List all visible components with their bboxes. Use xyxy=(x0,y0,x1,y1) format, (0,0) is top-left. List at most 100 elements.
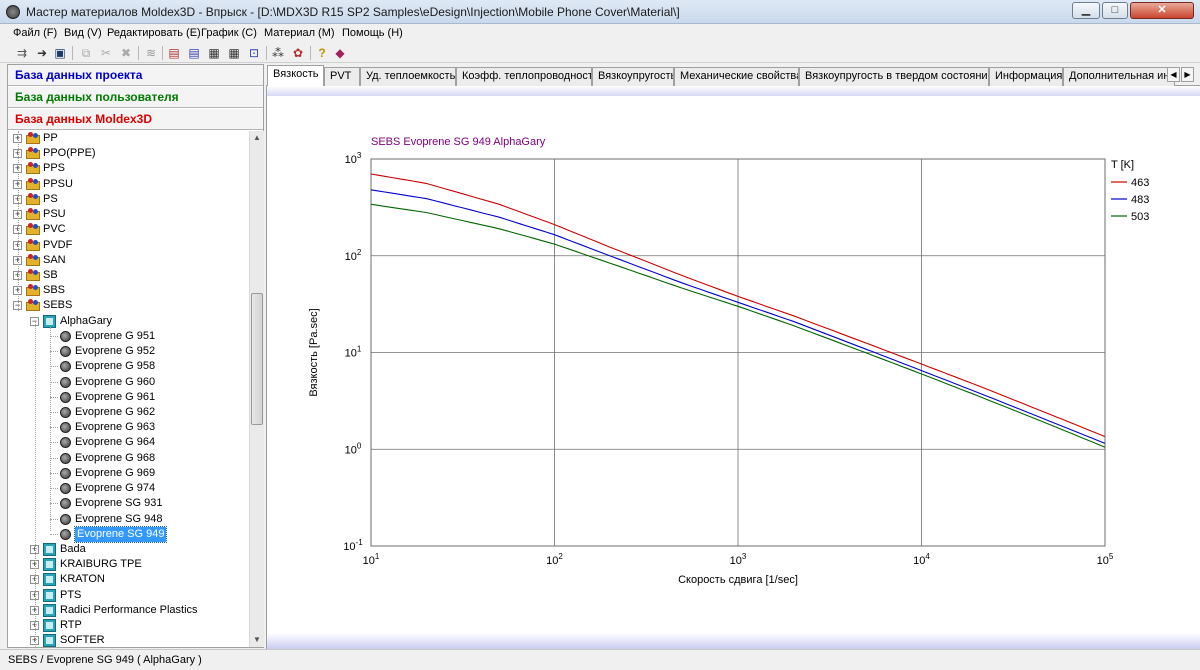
tree-item-label: PVDF xyxy=(43,239,73,251)
tab-scroll-left[interactable]: ◀ xyxy=(1167,67,1180,82)
tree-item-label: RTP xyxy=(60,619,82,631)
tree-item-label: KRAIBURG TPE xyxy=(60,558,142,570)
tree-item-label: PPS xyxy=(43,162,66,174)
window-title: Мастер материалов Moldex3D - Впрыск - [D… xyxy=(26,5,680,19)
moldex-database-label: База данных Moldex3D xyxy=(15,112,152,126)
supplier-icon xyxy=(43,543,56,556)
menu-material[interactable]: Материал (M) xyxy=(264,27,335,39)
supplier-icon xyxy=(43,573,56,586)
tab-item[interactable]: Коэфф. теплопроводности xyxy=(456,67,592,86)
tab-item[interactable]: Дополнительная инф xyxy=(1063,67,1175,86)
tree-item-label: Evoprene G 961 xyxy=(75,391,156,403)
tab-item[interactable]: Вязкоупругость в твердом состоянии xyxy=(799,67,989,86)
supplier-icon xyxy=(43,604,56,617)
palette-icon[interactable]: ✿ xyxy=(290,45,306,61)
user-database-header[interactable]: База данных пользователя xyxy=(8,87,263,108)
menu-view[interactable]: Вид (V) xyxy=(64,27,102,39)
tab-item[interactable]: PVT xyxy=(324,67,360,86)
tree-item-label: SAN xyxy=(43,254,66,266)
close-button[interactable]: ✕ xyxy=(1130,2,1194,19)
legend-label: 463 xyxy=(1131,177,1149,189)
chart-icon[interactable]: ▦ xyxy=(206,45,222,61)
tree-item-label: Evoprene SG 931 xyxy=(75,497,163,509)
material-grade-icon xyxy=(60,514,71,525)
tree-item-label: PPSU xyxy=(43,178,73,190)
x-tick-label: 104 xyxy=(913,552,930,567)
scroll-down-arrow[interactable]: ▼ xyxy=(250,633,264,647)
y-tick-label: 102 xyxy=(345,248,362,263)
tree-item-label: Evoprene G 951 xyxy=(75,330,156,342)
save-icon[interactable]: ▣ xyxy=(52,45,68,61)
database-panel: База данных проекта База данных пользова… xyxy=(7,64,264,648)
tree-item-label: Evoprene G 962 xyxy=(75,406,156,418)
project-database-header[interactable]: База данных проекта xyxy=(8,65,263,86)
tree-item-label: Evoprene G 964 xyxy=(75,436,156,448)
y-tick-label: 10-1 xyxy=(343,538,363,553)
tab-item[interactable]: Вязкость xyxy=(267,65,324,87)
chart-title: SEBS Evoprene SG 949 AlphaGary xyxy=(371,136,546,148)
material-family-icon xyxy=(26,178,40,190)
viscosity-chart: 101 102 103 104 105 10-1 100 101 102 103 SEBS Evop… xyxy=(308,136,1149,586)
material-family-icon xyxy=(26,147,40,159)
tree-item-label: Bada xyxy=(60,543,86,555)
book-icon[interactable]: ◆ xyxy=(332,45,348,61)
export-icon[interactable]: ➜ xyxy=(34,45,50,61)
y-axis-label: Вязкость [Pa.sec] xyxy=(308,308,320,396)
chart-icon[interactable]: ▤ xyxy=(166,45,182,61)
delete-icon[interactable]: ✖ xyxy=(118,45,134,61)
tree-item-label: Evoprene SG 949 xyxy=(73,526,168,543)
tree-item-label: SBS xyxy=(43,284,66,296)
chart-icon[interactable]: ▤ xyxy=(186,45,202,61)
scroll-up-arrow[interactable]: ▲ xyxy=(250,131,264,145)
material-family-icon xyxy=(26,269,40,281)
menu-help[interactable]: Помощь (H) xyxy=(342,27,403,39)
tree-item-label: PTS xyxy=(60,589,82,601)
chart-panel: 101 102 103 104 105 10-1 100 101 102 103 SEBS Evop… xyxy=(266,86,1200,649)
material-grade-icon xyxy=(60,346,71,357)
material-grade-icon xyxy=(60,498,71,509)
title-bar: Мастер материалов Moldex3D - Впрыск - [D… xyxy=(0,0,1200,24)
y-tick-label: 103 xyxy=(345,151,362,166)
supplier-icon xyxy=(43,619,56,632)
legend-label: 483 xyxy=(1131,194,1149,206)
supplier-icon xyxy=(43,634,56,647)
scroll-thumb[interactable] xyxy=(251,293,263,425)
material-grade-icon xyxy=(60,331,71,342)
menu-file[interactable]: Файл (F) xyxy=(13,27,57,39)
material-grade-icon xyxy=(60,483,71,494)
select-icon[interactable]: ⊡ xyxy=(246,45,262,61)
import-icon[interactable]: ⇉ xyxy=(14,45,30,61)
tab-scroll-right[interactable]: ▶ xyxy=(1181,67,1194,82)
material-family-icon xyxy=(26,132,40,144)
tab-item[interactable]: Информация xyxy=(989,67,1063,86)
y-tick-label: 101 xyxy=(345,345,362,360)
legend-label: 503 xyxy=(1131,211,1149,223)
material-family-icon xyxy=(26,193,40,205)
maximize-button[interactable]: □ xyxy=(1102,2,1128,19)
material-family-icon xyxy=(26,299,40,311)
copy-icon[interactable]: ⧉ xyxy=(78,45,94,61)
material-icon[interactable]: ⁂ xyxy=(270,45,286,61)
menu-edit[interactable]: Редактировать (E) xyxy=(107,27,201,39)
compare-icon[interactable]: ≋ xyxy=(143,45,159,61)
moldex-database-header[interactable]: База данных Moldex3D xyxy=(8,109,263,130)
tab-item[interactable]: Вязкоупругость xyxy=(592,67,674,86)
help-icon[interactable]: ? xyxy=(314,45,330,61)
tab-item[interactable]: Механические свойства xyxy=(674,67,799,86)
tree-item-label: Evoprene G 974 xyxy=(75,482,156,494)
tab-item[interactable]: Уд. теплоемкость xyxy=(360,67,456,86)
minimize-button[interactable]: ▁ xyxy=(1072,2,1100,19)
property-tabs: Дополнительная инф Информация Вязкоупругос… xyxy=(266,64,1200,87)
menu-chart[interactable]: График (C) xyxy=(201,27,257,39)
menu-bar: Файл (F) Вид (V) Редактировать (E) Графи… xyxy=(0,24,1200,43)
material-family-icon xyxy=(26,254,40,266)
material-grade-icon xyxy=(60,407,71,418)
cut-icon[interactable]: ✂ xyxy=(98,45,114,61)
tree-scrollbar[interactable]: ▲ ▼ xyxy=(249,131,264,647)
material-grade-icon xyxy=(60,392,71,403)
material-grade-icon xyxy=(60,377,71,388)
tree-item-label: KRATON xyxy=(60,573,105,585)
chart-icon[interactable]: ▦ xyxy=(226,45,242,61)
tree-item-label: Evoprene G 963 xyxy=(75,421,156,433)
tree-item-label: AlphaGary xyxy=(60,315,112,327)
